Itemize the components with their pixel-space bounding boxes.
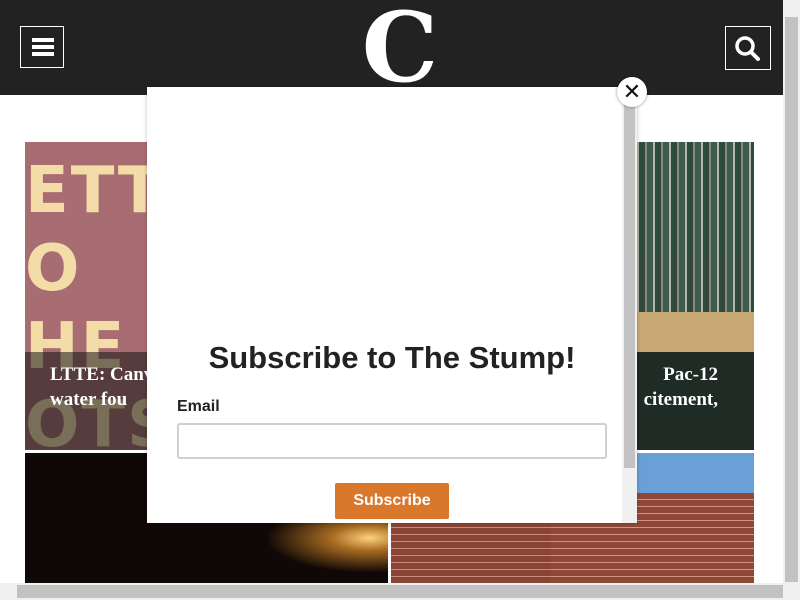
email-label: Email [177, 398, 220, 415]
horizontal-scroll-thumb[interactable] [17, 585, 783, 598]
site-logo[interactable]: C [355, 0, 445, 96]
stage-light-image [265, 523, 388, 573]
modal-scroll-thumb[interactable] [624, 101, 635, 468]
subscribe-button[interactable]: Subscribe [335, 483, 449, 519]
site-header: C [0, 0, 783, 96]
vertical-scroll-thumb[interactable] [785, 17, 798, 582]
close-icon: ✕ [622, 79, 642, 104]
menu-button[interactable] [20, 26, 64, 68]
page-horizontal-scrollbar[interactable] [0, 583, 800, 600]
hamburger-menu-icon [32, 38, 54, 56]
modal-title: Subscribe to The Stump! [208, 340, 576, 375]
search-button[interactable] [725, 26, 771, 70]
modal-scrollbar[interactable] [622, 87, 637, 523]
close-modal-button[interactable]: ✕ [617, 77, 647, 107]
email-field[interactable] [177, 423, 607, 459]
search-icon [735, 36, 760, 61]
page-vertical-scrollbar[interactable] [783, 0, 800, 583]
subscribe-modal: Subscribe to The Stump! Email Subscribe [147, 87, 637, 523]
